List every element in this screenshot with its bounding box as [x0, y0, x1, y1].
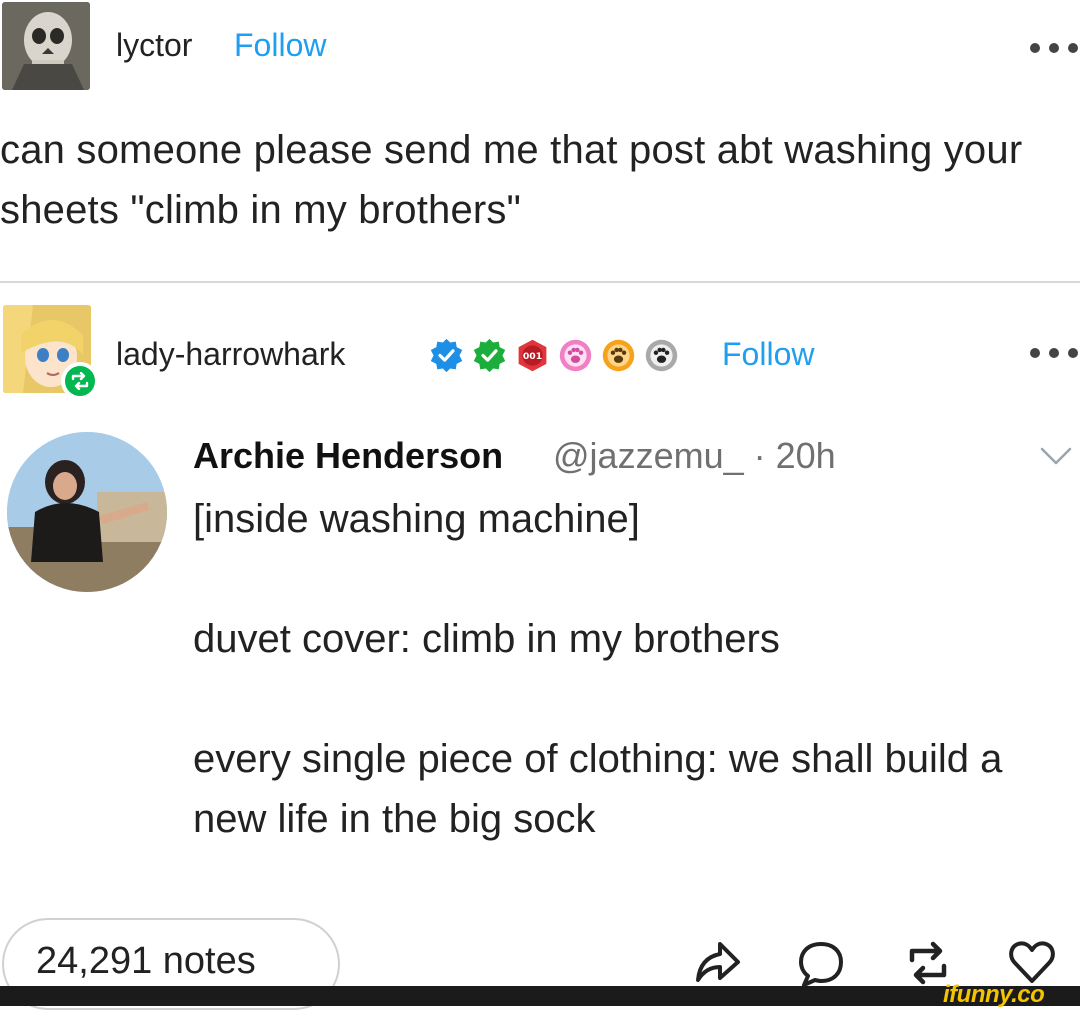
user-badges: 001 [428, 335, 680, 375]
tweet-handle-timestamp[interactable]: @jazzemu_ · 20h [553, 435, 836, 477]
follow-button[interactable]: Follow [234, 27, 326, 64]
tweet-line-2: duvet cover: climb in my brothers [193, 617, 780, 661]
heart-icon[interactable] [1006, 936, 1058, 986]
tweet-body: [inside washing machine] duvet cover: cl… [193, 489, 1053, 849]
gray-paw-badge-icon [645, 339, 678, 371]
post-divider [0, 281, 1080, 283]
watermark-ifunny: ifunny.co [943, 981, 1045, 1008]
chevron-down-icon[interactable] [1038, 444, 1074, 468]
verified-blue-badge-icon [430, 338, 463, 372]
avatar-lyctor[interactable] [2, 2, 90, 90]
badge-001-text: 001 [523, 351, 542, 362]
more-options-icon[interactable] [1030, 41, 1078, 55]
orange-paw-badge-icon [602, 339, 635, 371]
pink-paw-badge-icon [559, 339, 592, 371]
red-001-badge-icon: 001 [518, 339, 547, 371]
comment-icon[interactable] [795, 938, 847, 988]
share-icon[interactable] [692, 936, 744, 986]
notes-count: 24,291 notes [36, 940, 256, 982]
post-author-username[interactable]: lyctor [116, 27, 192, 64]
tweet-author-name[interactable]: Archie Henderson [193, 435, 503, 477]
tweet-author-avatar[interactable] [7, 432, 167, 592]
tweet-line-1: [inside washing machine] [193, 497, 640, 541]
more-options-icon[interactable] [1030, 346, 1078, 360]
verified-green-badge-icon [473, 338, 506, 372]
reblogger-username[interactable]: lady-harrowhark [116, 336, 345, 373]
watermark-bar [0, 986, 1080, 1006]
reblog-badge-icon [61, 362, 99, 400]
follow-button-reblogger[interactable]: Follow [722, 336, 814, 373]
post-body-text: can someone please send me that post abt… [0, 128, 1023, 232]
tweet-line-3: every single piece of clothing: we shall… [193, 737, 1003, 841]
